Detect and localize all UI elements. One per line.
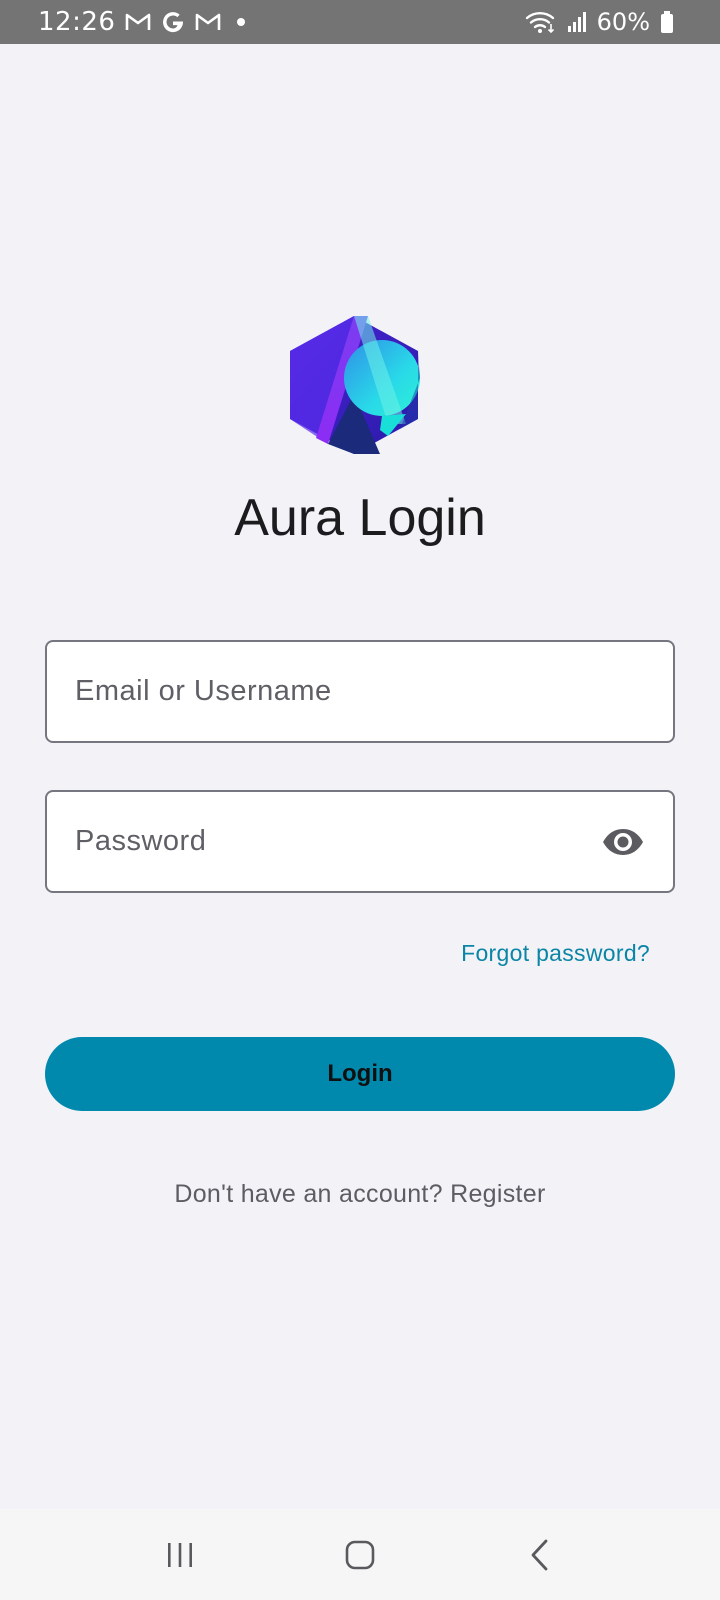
battery-icon (660, 10, 674, 34)
status-left: 12:26 (38, 7, 246, 37)
home-icon[interactable] (330, 1525, 390, 1585)
back-icon[interactable] (510, 1525, 570, 1585)
status-time: 12:26 (38, 7, 116, 37)
forgot-password-link[interactable]: Forgot password? (461, 940, 650, 967)
password-input[interactable] (75, 825, 601, 858)
show-password-eye-icon[interactable] (601, 820, 645, 864)
wifi-icon (525, 10, 557, 34)
password-field[interactable] (45, 790, 675, 893)
register-link[interactable]: Don't have an account? Register (0, 1180, 720, 1209)
system-nav-bar (0, 1509, 720, 1600)
email-input[interactable] (75, 675, 645, 708)
gmail-icon (195, 12, 221, 32)
login-button[interactable]: Login (45, 1037, 675, 1111)
page-title: Aura Login (234, 489, 486, 547)
email-field[interactable] (45, 640, 675, 743)
signal-icon (567, 11, 587, 33)
aura-logo-icon (288, 314, 420, 456)
status-right: 60% (525, 8, 674, 36)
google-icon (161, 10, 185, 34)
gmail-icon (125, 12, 151, 32)
status-bar: 12:26 60% (0, 0, 720, 44)
battery-percentage: 60% (596, 8, 650, 36)
notification-dot-icon (237, 18, 246, 26)
recent-apps-icon[interactable] (150, 1525, 210, 1585)
